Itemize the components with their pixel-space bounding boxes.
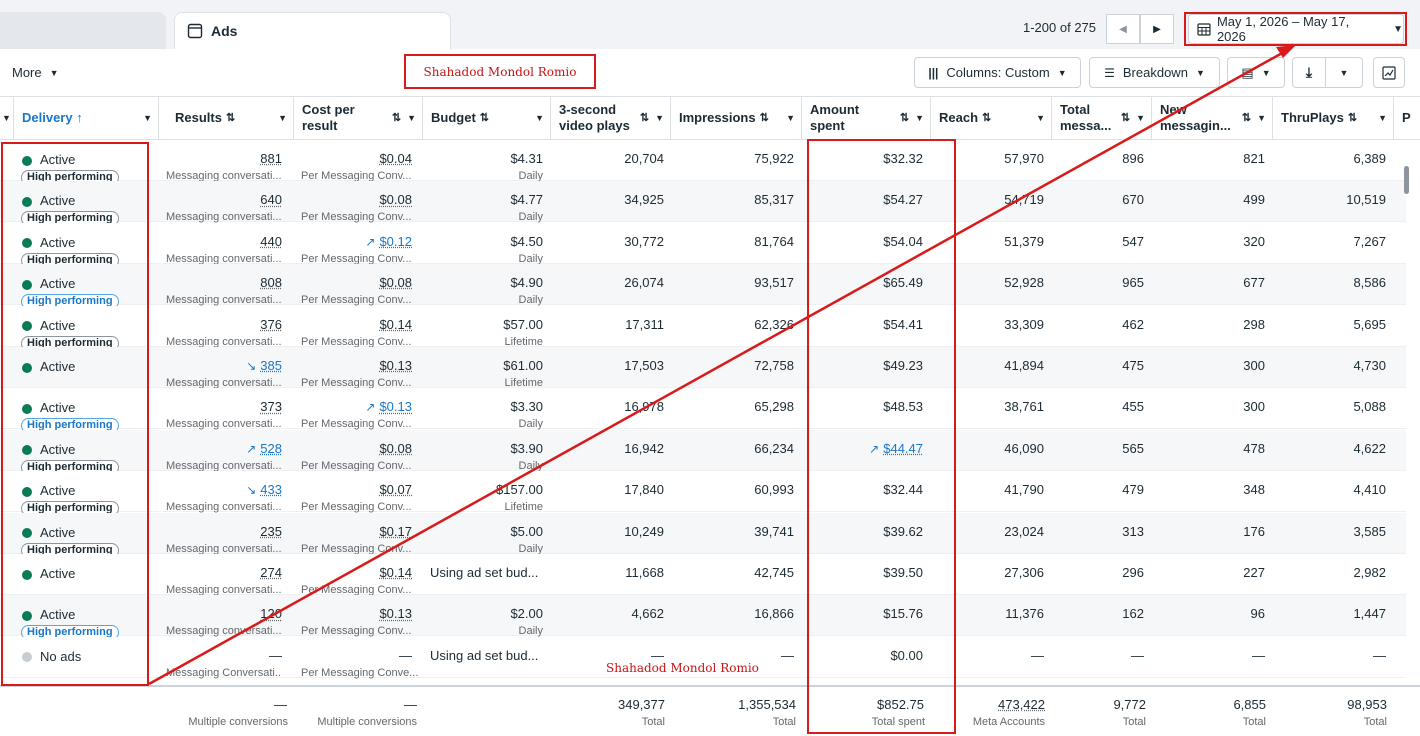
annotation-arrow	[148, 45, 1296, 686]
